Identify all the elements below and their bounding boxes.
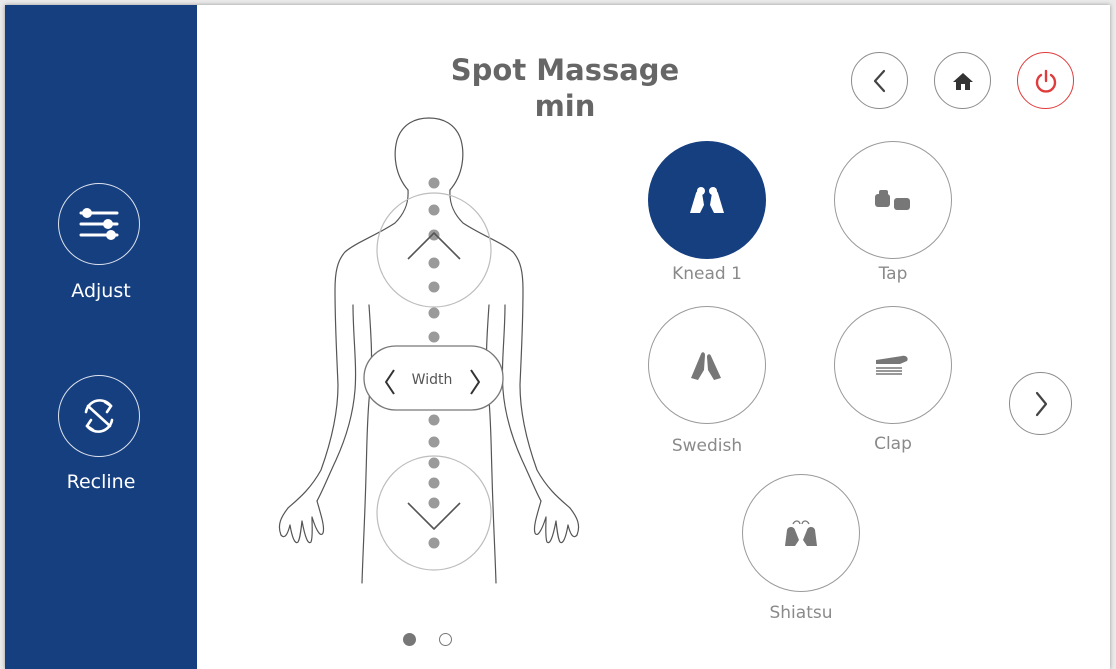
mode-clap-button[interactable] bbox=[834, 306, 952, 424]
home-button[interactable] bbox=[934, 52, 991, 109]
mode-shiatsu-button[interactable] bbox=[742, 474, 860, 592]
home-icon bbox=[952, 72, 973, 90]
clap-hand-icon bbox=[876, 355, 908, 375]
forward-chevron-icon bbox=[1035, 391, 1047, 416]
recline-button[interactable] bbox=[58, 375, 140, 457]
lower-zone-circle bbox=[376, 455, 492, 571]
page-dot-1[interactable] bbox=[403, 633, 416, 646]
power-button[interactable] bbox=[1017, 52, 1074, 109]
page-title: Spot Massage bbox=[450, 53, 680, 87]
page-dot-2[interactable] bbox=[439, 633, 452, 646]
width-label: Width bbox=[411, 372, 453, 388]
mode-swedish-button[interactable] bbox=[648, 306, 766, 424]
mode-swedish-label: Swedish bbox=[671, 436, 743, 456]
next-page-button[interactable] bbox=[1009, 372, 1072, 435]
recline-icon bbox=[84, 399, 114, 433]
mode-knead-1-label: Knead 1 bbox=[672, 264, 742, 284]
recline-label: Recline bbox=[66, 471, 136, 493]
back-chevron-icon bbox=[873, 69, 885, 92]
sidebar: Adjust Recline bbox=[5, 5, 197, 669]
tap-hands-icon bbox=[875, 190, 910, 210]
mode-clap-label: Clap bbox=[874, 434, 912, 454]
back-button[interactable] bbox=[851, 52, 908, 109]
mode-knead-1-button[interactable] bbox=[648, 141, 766, 259]
knead-hands-icon bbox=[690, 187, 724, 213]
mode-tap-button[interactable] bbox=[834, 141, 952, 259]
body-outline bbox=[278, 117, 580, 584]
adjust-button[interactable] bbox=[58, 183, 140, 265]
adjust-label: Adjust bbox=[71, 280, 131, 302]
swedish-hands-icon bbox=[691, 352, 721, 380]
mode-tap-label: Tap bbox=[878, 264, 908, 284]
shiatsu-hands-icon bbox=[785, 520, 817, 546]
app-window: Adjust Recline Spot Massage min Width Kn… bbox=[5, 5, 1110, 669]
mode-shiatsu-label: Shiatsu bbox=[769, 603, 833, 623]
sliders-icon bbox=[79, 208, 119, 240]
power-icon bbox=[1035, 69, 1056, 93]
